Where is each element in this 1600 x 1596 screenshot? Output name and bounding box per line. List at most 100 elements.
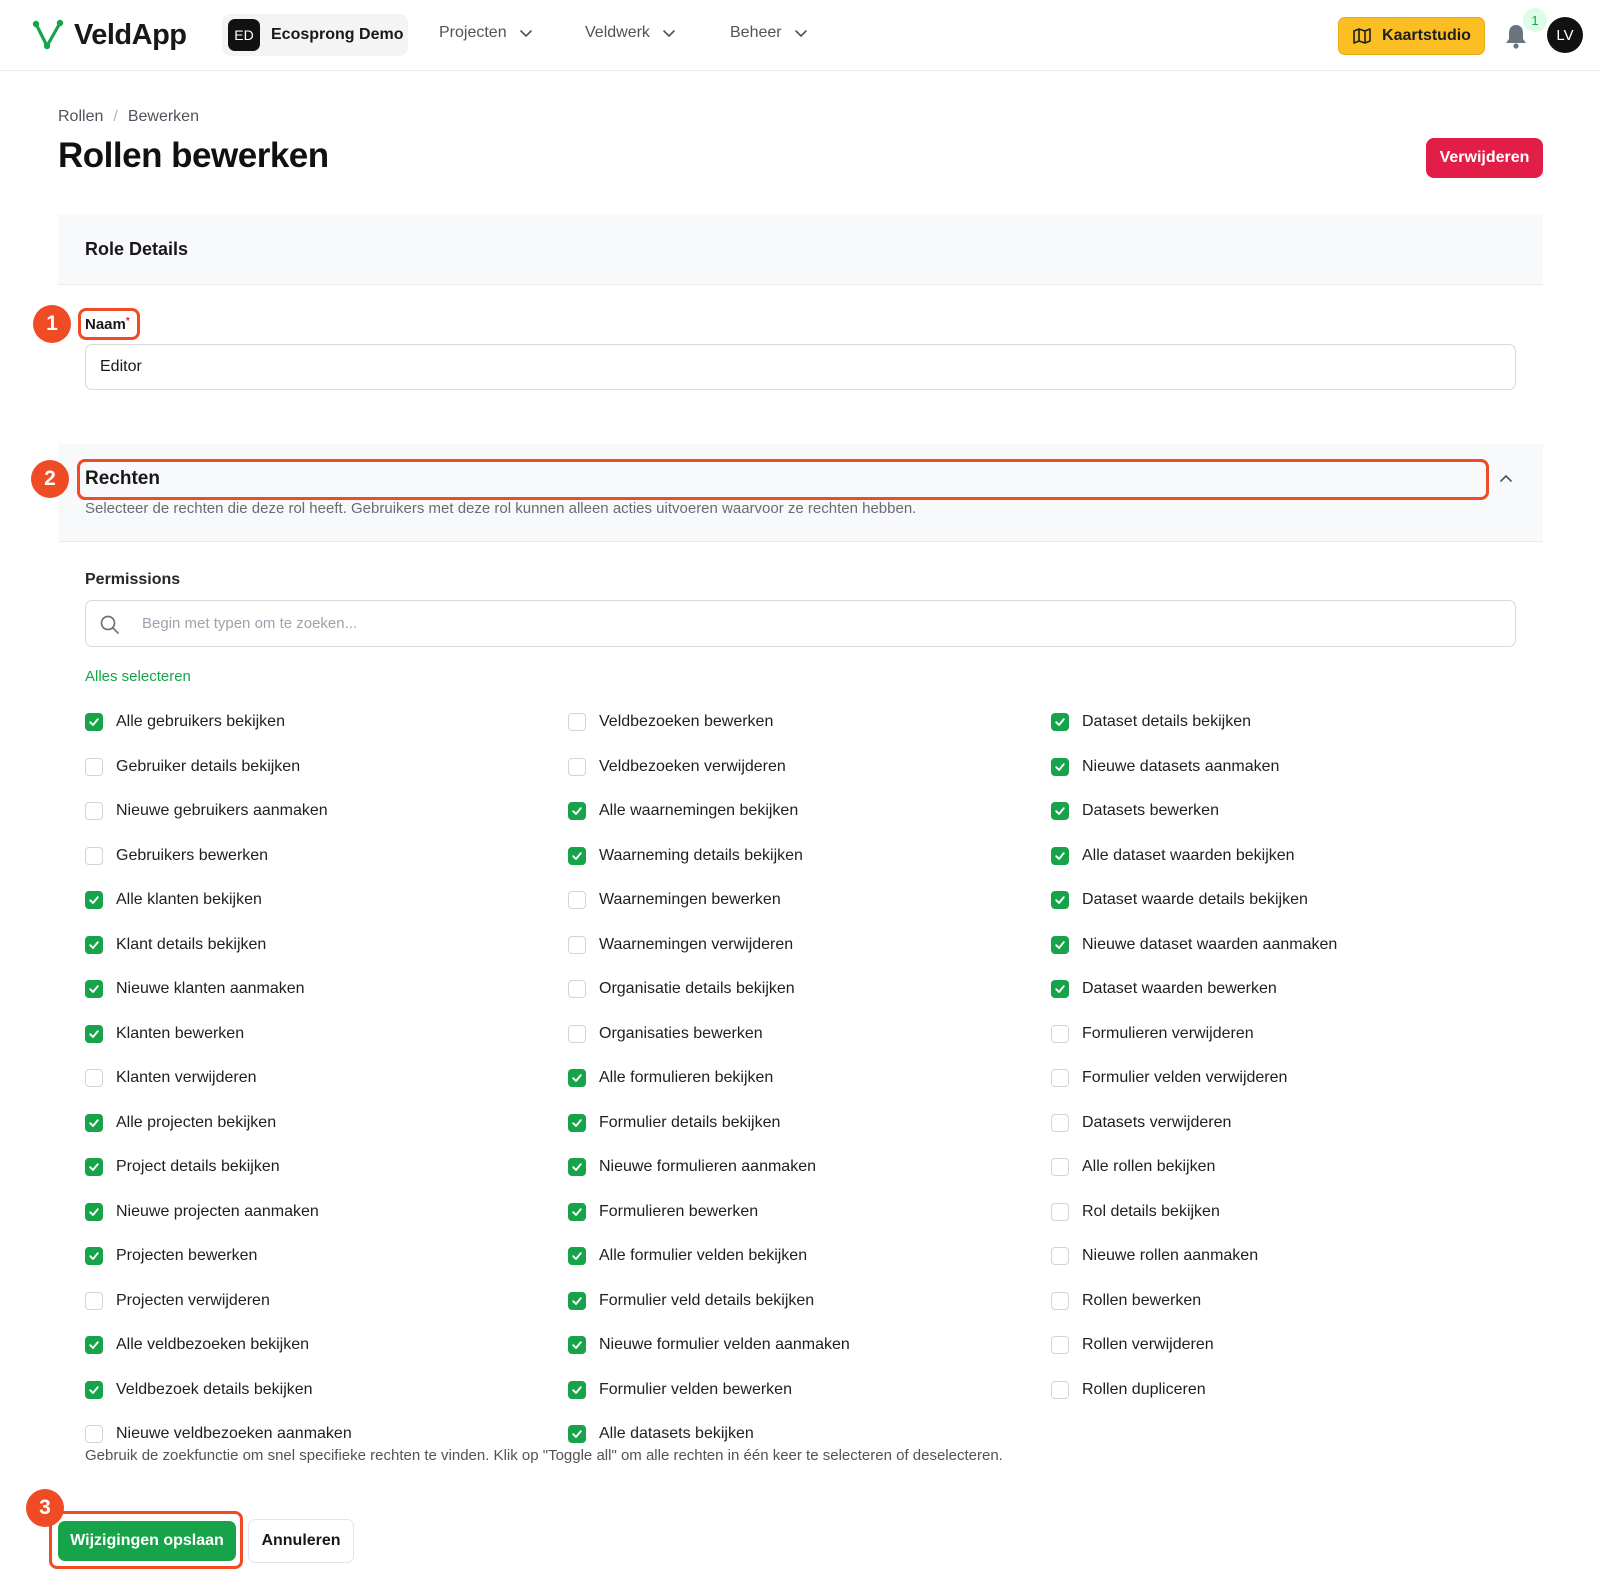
permission-checkbox[interactable]	[1051, 1336, 1069, 1355]
permission-checkbox[interactable]	[85, 802, 103, 821]
permission-checkbox[interactable]	[568, 1202, 586, 1221]
permission-checkbox[interactable]	[85, 1069, 103, 1088]
permission-checkbox[interactable]	[1051, 891, 1069, 910]
permission-item[interactable]: Formulieren bewerken	[568, 1190, 1028, 1235]
permission-item[interactable]: Alle rollen bekijken	[1051, 1145, 1511, 1190]
permission-item[interactable]: Alle gebruikers bekijken	[85, 700, 545, 745]
chevron-up-icon[interactable]	[1498, 471, 1514, 487]
permission-checkbox[interactable]	[1051, 713, 1069, 732]
permission-item[interactable]: Formulier details bekijken	[568, 1101, 1028, 1146]
permission-item[interactable]: Organisatie details bekijken	[568, 967, 1028, 1012]
permission-checkbox[interactable]	[1051, 1113, 1069, 1132]
user-avatar[interactable]: LV	[1547, 17, 1583, 53]
permission-item[interactable]: Projecten verwijderen	[85, 1279, 545, 1324]
permission-checkbox[interactable]	[568, 802, 586, 821]
permission-checkbox[interactable]	[1051, 980, 1069, 999]
permission-checkbox[interactable]	[1051, 935, 1069, 954]
permission-checkbox[interactable]	[568, 713, 586, 732]
permission-item[interactable]: Nieuwe rollen aanmaken	[1051, 1234, 1511, 1279]
permission-item[interactable]: Alle waarnemingen bekijken	[568, 789, 1028, 834]
permission-item[interactable]: Alle formulier velden bekijken	[568, 1234, 1028, 1279]
permission-checkbox[interactable]	[85, 1024, 103, 1043]
permission-item[interactable]: Klanten bewerken	[85, 1012, 545, 1057]
cancel-button[interactable]: Annuleren	[248, 1519, 354, 1563]
permission-checkbox[interactable]	[568, 891, 586, 910]
permission-item[interactable]: Nieuwe gebruikers aanmaken	[85, 789, 545, 834]
permission-checkbox[interactable]	[85, 1336, 103, 1355]
permission-checkbox[interactable]	[1051, 757, 1069, 776]
permission-item[interactable]: Veldbezoek details bekijken	[85, 1368, 545, 1413]
permission-item[interactable]: Waarnemingen verwijderen	[568, 923, 1028, 968]
delete-button[interactable]: Verwijderen	[1426, 138, 1543, 178]
permission-checkbox[interactable]	[85, 846, 103, 865]
permission-item[interactable]: Alle formulieren bekijken	[568, 1056, 1028, 1101]
permission-item[interactable]: Dataset details bekijken	[1051, 700, 1511, 745]
permission-checkbox[interactable]	[1051, 846, 1069, 865]
permission-item[interactable]: Gebruikers bewerken	[85, 834, 545, 879]
permission-item[interactable]: Alle klanten bekijken	[85, 878, 545, 923]
permission-checkbox[interactable]	[568, 1380, 586, 1399]
permission-item[interactable]: Formulieren verwijderen	[1051, 1012, 1511, 1057]
permission-item[interactable]: Alle projecten bekijken	[85, 1101, 545, 1146]
permission-checkbox[interactable]	[85, 1291, 103, 1310]
permission-checkbox[interactable]	[1051, 1291, 1069, 1310]
permission-item[interactable]: Nieuwe projecten aanmaken	[85, 1190, 545, 1235]
permission-checkbox[interactable]	[568, 980, 586, 999]
permission-item[interactable]: Datasets bewerken	[1051, 789, 1511, 834]
permission-item[interactable]: Rollen dupliceren	[1051, 1368, 1511, 1413]
permission-item[interactable]: Klant details bekijken	[85, 923, 545, 968]
permission-checkbox[interactable]	[85, 1425, 103, 1444]
permission-checkbox[interactable]	[568, 1024, 586, 1043]
permission-checkbox[interactable]	[85, 713, 103, 732]
permission-item[interactable]: Alle dataset waarden bekijken	[1051, 834, 1511, 879]
name-input[interactable]	[85, 344, 1516, 390]
save-button[interactable]: Wijzigingen opslaan	[58, 1521, 236, 1561]
permission-item[interactable]: Nieuwe dataset waarden aanmaken	[1051, 923, 1511, 968]
permission-checkbox[interactable]	[85, 891, 103, 910]
breadcrumb-rollen[interactable]: Rollen	[58, 108, 103, 126]
permission-checkbox[interactable]	[1051, 1158, 1069, 1177]
permission-item[interactable]: Datasets verwijderen	[1051, 1101, 1511, 1146]
permission-checkbox[interactable]	[568, 1069, 586, 1088]
nav-projecten[interactable]: Projecten	[439, 24, 533, 42]
nav-veldwerk[interactable]: Veldwerk	[585, 24, 676, 42]
permission-checkbox[interactable]	[1051, 1024, 1069, 1043]
permission-item[interactable]: Waarneming details bekijken	[568, 834, 1028, 879]
permission-checkbox[interactable]	[568, 935, 586, 954]
permission-item[interactable]: Waarnemingen bewerken	[568, 878, 1028, 923]
permission-checkbox[interactable]	[85, 1380, 103, 1399]
app-logo[interactable]: VeldApp	[32, 18, 187, 52]
permission-checkbox[interactable]	[568, 757, 586, 776]
permission-item[interactable]: Dataset waarden bewerken	[1051, 967, 1511, 1012]
select-all-link[interactable]: Alles selecteren	[85, 668, 191, 685]
permission-checkbox[interactable]	[85, 935, 103, 954]
permission-item[interactable]: Nieuwe formulieren aanmaken	[568, 1145, 1028, 1190]
permission-item[interactable]: Projecten bewerken	[85, 1234, 545, 1279]
permission-checkbox[interactable]	[1051, 1247, 1069, 1266]
permission-item[interactable]: Rollen verwijderen	[1051, 1323, 1511, 1368]
permission-checkbox[interactable]	[1051, 1380, 1069, 1399]
permission-checkbox[interactable]	[568, 1425, 586, 1444]
permission-checkbox[interactable]	[85, 1247, 103, 1266]
permission-item[interactable]: Nieuwe formulier velden aanmaken	[568, 1323, 1028, 1368]
permission-checkbox[interactable]	[85, 757, 103, 776]
permission-item[interactable]: Dataset waarde details bekijken	[1051, 878, 1511, 923]
permission-item[interactable]: Formulier velden bewerken	[568, 1368, 1028, 1413]
nav-beheer[interactable]: Beheer	[730, 24, 808, 42]
permission-checkbox[interactable]	[568, 1113, 586, 1132]
permission-item[interactable]: Organisaties bewerken	[568, 1012, 1028, 1057]
rechten-header[interactable]: Rechten Selecteer de rechten die deze ro…	[58, 444, 1543, 542]
permission-item[interactable]: Rol details bekijken	[1051, 1190, 1511, 1235]
permission-checkbox[interactable]	[568, 1158, 586, 1177]
permission-checkbox[interactable]	[85, 980, 103, 999]
permission-checkbox[interactable]	[568, 846, 586, 865]
permission-checkbox[interactable]	[1051, 802, 1069, 821]
permission-item[interactable]: Gebruiker details bekijken	[85, 745, 545, 790]
permission-checkbox[interactable]	[568, 1291, 586, 1310]
permission-checkbox[interactable]	[1051, 1202, 1069, 1221]
permission-item[interactable]: Rollen bewerken	[1051, 1279, 1511, 1324]
permission-item[interactable]: Formulier velden verwijderen	[1051, 1056, 1511, 1101]
permission-item[interactable]: Veldbezoeken bewerken	[568, 700, 1028, 745]
kaartstudio-button[interactable]: Kaartstudio	[1338, 17, 1485, 55]
permission-checkbox[interactable]	[1051, 1069, 1069, 1088]
